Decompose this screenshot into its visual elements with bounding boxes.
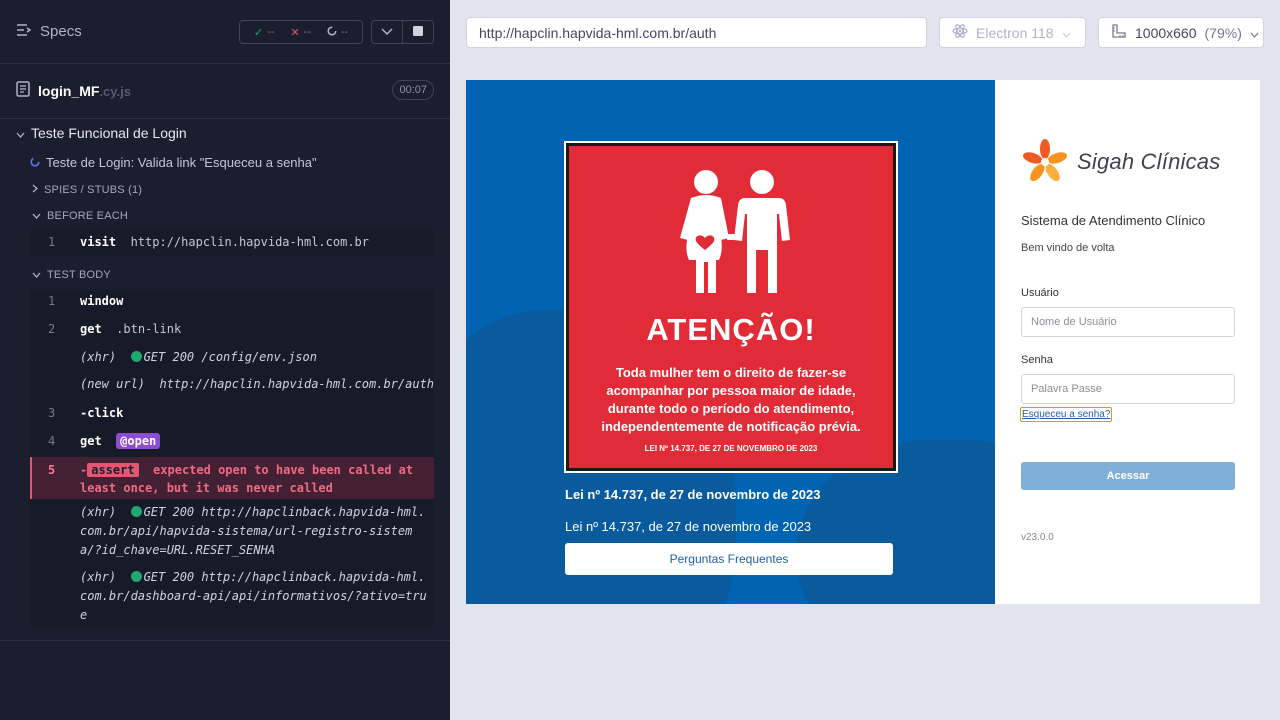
command-name: -click: [80, 406, 124, 420]
stop-button[interactable]: [402, 21, 433, 43]
xhr-log-entry[interactable]: (xhr) GET 200 http://hapclinback.hapvida…: [80, 503, 430, 560]
aut-url-text: http://hapclin.hapvida-hml.com.br/auth: [479, 24, 717, 41]
check-icon: ✓: [253, 26, 264, 39]
failed-command-row[interactable]: 5 - assert expected open to have been cal…: [30, 457, 434, 499]
command-number: 1: [48, 294, 56, 308]
pending-count: --: [340, 26, 349, 38]
system-title: Sistema de Atendimento Clínico: [1021, 213, 1206, 228]
viewport-selector[interactable]: 1000x660 (79%): [1098, 17, 1264, 48]
run-controls: [371, 20, 434, 44]
x-icon: ✕: [290, 26, 300, 39]
specs-list-icon: [16, 23, 32, 41]
before-each-commands: 1 visit http://hapclin.hapvida-hml.com.b…: [30, 229, 434, 256]
assert-badge: assert: [87, 463, 139, 477]
command-number: 3: [48, 406, 56, 420]
password-label: Senha: [1021, 354, 1053, 366]
reporter-header: Specs ✓ -- ✕ -- --: [0, 0, 450, 64]
login-panel: Sigah Clínicas Sistema de Atendimento Cl…: [995, 80, 1260, 604]
brand-name: Sigah Clínicas: [1077, 149, 1221, 174]
aut-iframe: ATENÇÃO! Toda mulher tem o direito de fa…: [466, 80, 1260, 604]
new-url-log-entry[interactable]: (new url) http://hapclin.hapvida-hml.com…: [80, 375, 450, 394]
poster-heading: ATENÇÃO!: [646, 312, 816, 347]
test-title-text: Teste de Login: Valida link "Esqueceu a …: [46, 155, 317, 170]
specs-label: Specs: [40, 23, 82, 40]
caret-down-icon: [16, 125, 25, 141]
electron-icon: [952, 23, 968, 42]
passed-stat: ✓ --: [254, 26, 275, 39]
info-panel: ATENÇÃO! Toda mulher tem o direito de fa…: [466, 80, 995, 604]
passed-count: --: [267, 26, 275, 38]
flower-logo-icon: [1023, 139, 1067, 182]
login-button[interactable]: Acessar: [1021, 462, 1235, 490]
poster-law: LEI Nº 14.737, DE 27 DE NOVEMBRO DE 2023: [644, 444, 818, 453]
reporter-divider: [0, 640, 450, 641]
failed-count: --: [303, 26, 311, 38]
command-name: get @open: [80, 433, 161, 449]
spec-duration: 00:07: [392, 80, 434, 100]
chevron-down-icon: [1062, 25, 1071, 41]
username-label: Usuário: [1021, 287, 1059, 299]
app-version: v23.0.0: [1021, 532, 1054, 543]
suite-title[interactable]: Teste Funcional de Login: [16, 125, 187, 141]
alias-badge: @open: [116, 433, 161, 449]
failed-assertion-text: - assert expected open to have been calle…: [80, 463, 414, 495]
caret-right-icon: [32, 184, 38, 196]
spec-file-name[interactable]: login_MF.cy.js: [38, 83, 131, 99]
viewport-scale: (79%): [1204, 24, 1242, 41]
welcome-text: Bem vindo de volta: [1021, 242, 1115, 254]
status-dot-icon: [130, 506, 142, 517]
pending-stat: --: [327, 25, 349, 39]
brand-logo: Sigah Clínicas: [1021, 138, 1220, 186]
aut-url-field[interactable]: http://hapclin.hapvida-hml.com.br/auth: [466, 17, 927, 48]
viewport-size: 1000x660: [1135, 24, 1197, 41]
law-reference-bold: Lei nº 14.737, de 27 de novembro de 2023: [565, 487, 821, 502]
command-log-panel: Specs ✓ -- ✕ -- -- login_MF.cy.js 00:07 …: [0, 0, 450, 720]
law-reference: Lei nº 14.737, de 27 de novembro de 2023: [565, 519, 812, 534]
before-each-toggle[interactable]: BEFORE EACH: [32, 210, 128, 222]
suite-title-text: Teste Funcional de Login: [31, 125, 187, 141]
password-placeholder: Palavra Passe: [1031, 383, 1102, 395]
status-dot-icon: [130, 571, 142, 582]
command-number: 1: [48, 235, 56, 249]
failed-stat: ✕ --: [290, 26, 311, 39]
file-icon: [16, 80, 30, 102]
command-number: 5: [48, 463, 56, 477]
command-number: 4: [48, 434, 56, 448]
toggle-auto-scroll-button[interactable]: [372, 21, 402, 43]
username-input[interactable]: Nome de Usuário: [1021, 307, 1235, 337]
test-body-label: TEST BODY: [47, 269, 111, 281]
command-name: visit http://hapclin.hapvida-hml.com.br: [80, 235, 369, 249]
status-dot-icon: [130, 351, 142, 362]
xhr-log-entry[interactable]: (xhr) GET 200 http://hapclinback.hapvida…: [80, 568, 430, 625]
faq-button[interactable]: Perguntas Frequentes: [565, 543, 893, 575]
poster-text: Toda mulher tem o direito de fazer-se ac…: [601, 365, 861, 434]
caret-down-icon: [32, 269, 41, 281]
stop-icon: [413, 23, 423, 41]
forgot-password-link[interactable]: Esqueceu a senha?: [1020, 407, 1113, 422]
command-name: window: [80, 294, 124, 308]
browser-selector[interactable]: Electron 118: [939, 17, 1086, 48]
chevron-down-icon: [381, 23, 393, 41]
test-body-toggle[interactable]: TEST BODY: [32, 269, 111, 281]
browser-name: Electron 118: [976, 24, 1054, 41]
spec-file-header: login_MF.cy.js 00:07: [0, 64, 450, 119]
spies-stubs-label: SPIES / STUBS (1): [44, 184, 143, 196]
test-stats: ✓ -- ✕ -- --: [239, 20, 363, 44]
command-number: 2: [48, 322, 56, 336]
command-name: get .btn-link: [80, 322, 182, 336]
before-each-label: BEFORE EACH: [47, 210, 129, 222]
password-input[interactable]: Palavra Passe: [1021, 374, 1235, 404]
xhr-log-entry[interactable]: (xhr) GET 200 /config/env.json: [80, 348, 430, 367]
pending-circle-icon: [327, 25, 337, 39]
attention-poster: ATENÇÃO! Toda mulher tem o direito de fa…: [566, 143, 896, 471]
test-title[interactable]: Teste de Login: Valida link "Esqueceu a …: [30, 155, 317, 170]
chevron-down-icon: [1250, 25, 1259, 41]
couple-pregnant-icon: [680, 170, 790, 293]
username-placeholder: Nome de Usuário: [1031, 316, 1117, 328]
specs-button[interactable]: Specs: [16, 23, 82, 41]
spies-stubs-toggle[interactable]: SPIES / STUBS (1): [32, 184, 142, 196]
running-test-icon: [30, 155, 40, 170]
viewport-ruler-icon: [1111, 23, 1127, 42]
caret-down-icon: [32, 210, 41, 222]
